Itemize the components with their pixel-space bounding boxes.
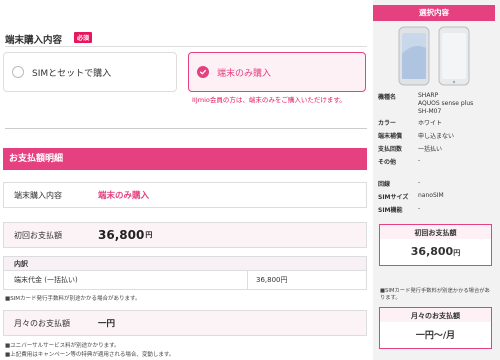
spec-value: 一括払い [418, 146, 443, 153]
campaign-note: ■上記費用はキャンペーン等の特典が適用される場合、変動します。 [5, 352, 175, 358]
breakdown-item-label: 端末代金 (一括払い) [4, 271, 248, 289]
spec-value: nanoSIM [418, 192, 444, 199]
table-row: 端末代金 (一括払い) 36,800円 [4, 271, 366, 289]
monthly-payment-row: 月々のお支払額 一円 [3, 310, 367, 336]
spec-label: カラー [378, 120, 397, 127]
radio-unchecked-icon [12, 66, 24, 78]
spec-value: SHARP AQUOS sense plus SH-M07 [418, 92, 474, 116]
spec-label: 端末補償 [378, 133, 403, 140]
sidebar-header: 選択内容 [373, 5, 495, 21]
spec-value: - [418, 179, 421, 186]
spec-label: SIM機能 [378, 207, 403, 214]
currency-unit: 円 [145, 231, 153, 239]
breakdown-item-value: 36,800円 [256, 276, 288, 284]
purchase-label: 端末購入内容 [14, 190, 62, 200]
currency-unit: 円 [453, 249, 461, 257]
sidebar-first-value: 36,800 [410, 245, 454, 258]
first-payment-row: 初回お支払額 36,800 円 [3, 222, 367, 248]
option-label: 端末のみ購入 [217, 68, 272, 79]
member-note: IIJmio会員の方は、端末のみをご購入いただけます。 [192, 96, 346, 104]
monthly-label: 月々のお支払額 [14, 318, 70, 328]
section-title: 端末購入内容 [5, 35, 63, 46]
option-label: SIMとセットで購入 [32, 68, 112, 79]
purchase-value: 端末のみ購入 [98, 191, 150, 201]
divider [5, 46, 367, 47]
sidebar-monthly-value: 一円〜/月 [415, 331, 456, 341]
option-device-only[interactable]: 端末のみ購入 [188, 52, 366, 92]
spec-value: 申し込まない [418, 133, 455, 140]
spec-label: 機種名 [378, 94, 397, 101]
spec-label: SIMサイズ [378, 194, 409, 201]
spec-label: 支払回数 [378, 146, 403, 153]
purchase-summary-row: 端末購入内容 端末のみ購入 [3, 182, 367, 208]
sidebar-sim-note: ■SIMカード発行手数料が別途かかる場合があります。 [380, 288, 490, 302]
check-circle-icon [197, 66, 209, 78]
first-payment-label: 初回お支払額 [14, 230, 62, 240]
sidebar-monthly-label: 月々のお支払額 [380, 308, 491, 322]
divider [5, 128, 367, 129]
spec-value: - [418, 205, 421, 212]
payment-header: お支払額明細 [3, 148, 367, 170]
phone-image [398, 26, 470, 86]
spec-value: - [418, 157, 421, 164]
universal-fee-note: ■ユニバーサルサービス料が別途かかります。 [5, 343, 120, 349]
first-payment-value: 36,800 [98, 228, 145, 242]
spec-label: その他 [378, 159, 397, 166]
spec-value: ホワイト [418, 120, 443, 127]
sidebar-first-amount: 36,800円 [380, 245, 491, 258]
required-badge: 必須 [74, 32, 93, 43]
sidebar-first-payment: 初回お支払額 36,800円 [379, 224, 492, 266]
sidebar-monthly-payment: 月々のお支払額 一円〜/月 [379, 307, 492, 349]
monthly-value: 一円 [98, 319, 116, 329]
option-sim-set[interactable]: SIMとセットで購入 [3, 52, 177, 92]
spec-label: 回線 [378, 181, 391, 188]
sim-fee-note: ■SIMカード発行手数料が別途かかる場合があります。 [5, 296, 141, 302]
sidebar-first-label: 初回お支払額 [380, 225, 491, 239]
breakdown-table: 内訳 端末代金 (一括払い) 36,800円 [3, 256, 367, 290]
breakdown-header: 内訳 [4, 257, 366, 271]
